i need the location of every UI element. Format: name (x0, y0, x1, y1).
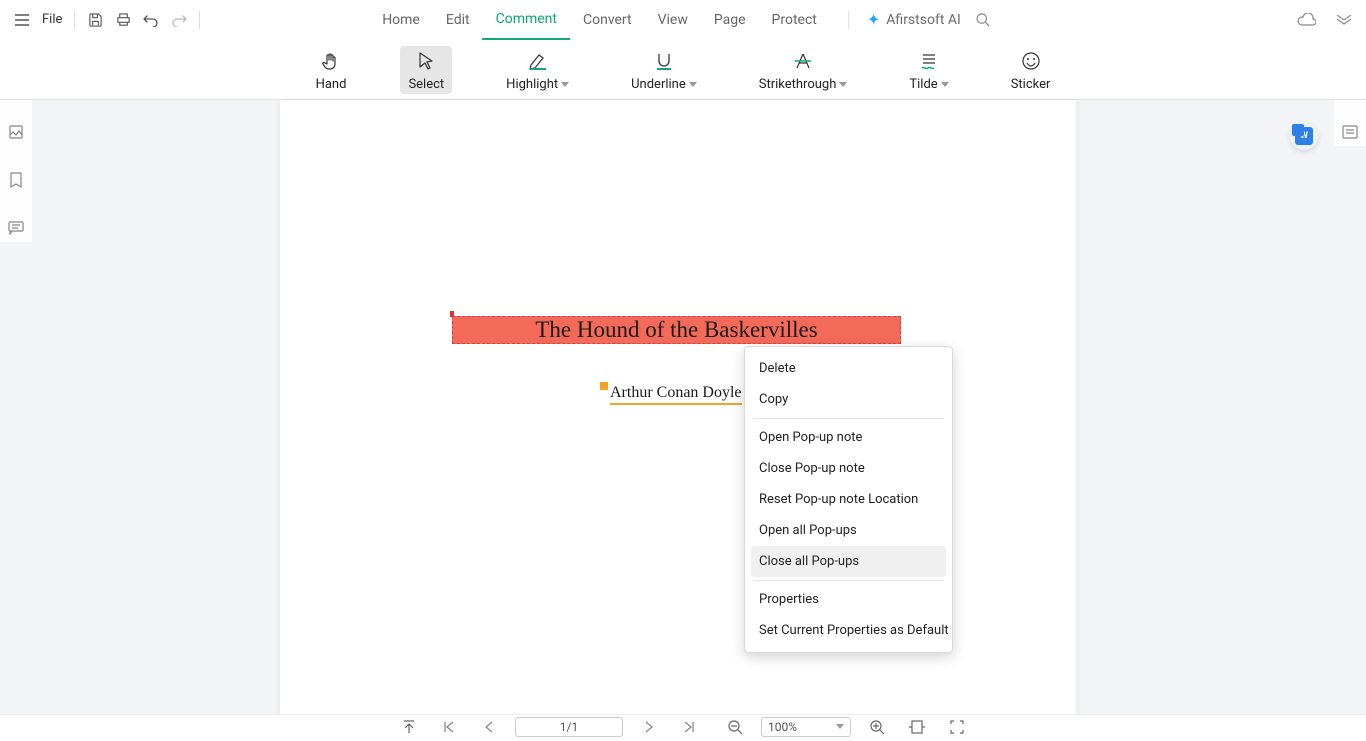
zoom-value: 100% (768, 720, 797, 734)
menu-item-delete[interactable]: Delete (751, 353, 946, 384)
page-nav-group: 1/1 (395, 713, 703, 741)
zoom-out-icon[interactable] (721, 713, 749, 741)
document-page[interactable]: The Hound of the Baskervilles Arthur Con… (280, 100, 1076, 714)
scroll-top-icon[interactable] (395, 713, 423, 741)
bookmark-icon[interactable] (2, 166, 30, 194)
menu-item-close-popup[interactable]: Close Pop-up note (751, 453, 946, 484)
menu-item-set-default[interactable]: Set Current Properties as Default (751, 615, 946, 646)
properties-panel-icon[interactable] (1336, 118, 1364, 146)
chevron-down-icon (836, 724, 844, 729)
print-icon[interactable] (109, 6, 137, 34)
tab-convert[interactable]: Convert (570, 0, 645, 40)
tool-label: Tilde (909, 77, 937, 92)
sticker-icon (1021, 50, 1041, 72)
author-annotation[interactable]: Arthur Conan Doyle (600, 384, 742, 405)
expand-icon[interactable] (1330, 6, 1358, 34)
menu-item-open-all-popups[interactable]: Open all Pop-ups (751, 515, 946, 546)
ai-label: Afirstsoft AI (886, 12, 961, 28)
fit-page-icon[interactable] (943, 713, 971, 741)
word-icon: W (1295, 127, 1313, 145)
tool-label: Hand (316, 77, 347, 92)
highlighted-title-annotation[interactable]: The Hound of the Baskervilles (452, 316, 901, 344)
left-sidebar (0, 100, 32, 242)
zoom-in-icon[interactable] (863, 713, 891, 741)
tilde-icon (919, 50, 939, 72)
document-author: Arthur Conan Doyle (610, 384, 742, 405)
select-tool[interactable]: Select (400, 46, 452, 94)
right-sidebar (1334, 100, 1366, 146)
tab-home[interactable]: Home (369, 0, 433, 40)
tool-label: Highlight (506, 77, 558, 92)
hand-tool[interactable]: Hand (308, 46, 355, 94)
page-number-input[interactable]: 1/1 (515, 717, 623, 737)
chevron-down-icon (689, 82, 697, 87)
cursor-icon (417, 50, 435, 72)
menu-icon[interactable] (8, 6, 36, 34)
redo-icon[interactable] (165, 6, 193, 34)
last-page-icon[interactable] (675, 713, 703, 741)
file-menu[interactable]: File (36, 12, 68, 27)
tilde-tool[interactable]: Tilde (901, 46, 956, 94)
fit-width-icon[interactable] (903, 713, 931, 741)
comments-panel-icon[interactable] (2, 214, 30, 242)
ai-assistant-button[interactable]: ✦ Afirstsoft AI (867, 10, 961, 29)
tab-edit[interactable]: Edit (433, 0, 483, 40)
prev-page-icon[interactable] (475, 713, 503, 741)
context-menu: Delete Copy Open Pop-up note Close Pop-u… (744, 346, 953, 653)
chevron-down-icon (941, 82, 949, 87)
first-page-icon[interactable] (435, 713, 463, 741)
topbar-right (1292, 6, 1358, 34)
menu-separator (753, 580, 944, 581)
zoom-select[interactable]: 100% (761, 717, 851, 737)
menu-item-close-all-popups[interactable]: Close all Pop-ups (751, 546, 946, 577)
annotation-marker-icon (600, 382, 608, 390)
divider (74, 11, 75, 29)
next-page-icon[interactable] (635, 713, 663, 741)
tab-protect[interactable]: Protect (759, 0, 830, 40)
undo-icon[interactable] (137, 6, 165, 34)
sticker-tool[interactable]: Sticker (1003, 46, 1059, 94)
document-title: The Hound of the Baskervilles (535, 317, 817, 343)
highlight-tool[interactable]: Highlight (498, 46, 577, 94)
page-content: The Hound of the Baskervilles Arthur Con… (280, 100, 1076, 714)
divider (199, 11, 200, 29)
annotation-marker-icon (450, 311, 454, 317)
menu-item-properties[interactable]: Properties (751, 584, 946, 615)
strikethrough-icon (793, 50, 813, 72)
topbar-left: File (8, 6, 206, 34)
workspace: The Hound of the Baskervilles Arthur Con… (0, 100, 1366, 714)
status-bar: 1/1 100% (0, 714, 1366, 738)
sparkle-icon: ✦ (867, 10, 880, 29)
menu-item-reset-popup[interactable]: Reset Pop-up note Location (751, 484, 946, 515)
cloud-icon[interactable] (1292, 6, 1320, 34)
tool-label: Sticker (1011, 77, 1051, 92)
tab-comment[interactable]: Comment (483, 0, 570, 40)
menu-item-open-popup[interactable]: Open Pop-up note (751, 422, 946, 453)
save-icon[interactable] (81, 6, 109, 34)
hand-icon (321, 50, 341, 72)
tool-label: Select (408, 77, 444, 92)
chevron-down-icon (561, 82, 569, 87)
underline-icon (654, 50, 674, 72)
menu-item-copy[interactable]: Copy (751, 384, 946, 415)
divider (848, 11, 849, 29)
export-word-button[interactable]: W (1290, 122, 1318, 150)
menu-separator (753, 418, 944, 419)
chevron-down-icon (839, 82, 847, 87)
tab-page[interactable]: Page (701, 0, 759, 40)
thumbnails-icon[interactable] (2, 118, 30, 146)
strikethrough-tool[interactable]: Strikethrough (751, 46, 856, 94)
comment-ribbon: Hand Select Highlight Underline Striketh… (0, 40, 1366, 100)
search-icon[interactable] (969, 6, 997, 34)
underline-tool[interactable]: Underline (623, 46, 705, 94)
highlight-icon (527, 50, 549, 72)
top-bar: File Home Edit Comment Convert View Page… (0, 0, 1366, 40)
tool-label: Underline (631, 77, 686, 92)
tool-label: Strikethrough (759, 77, 837, 92)
zoom-group: 100% (721, 713, 971, 741)
tab-view[interactable]: View (645, 0, 701, 40)
nav-tabs: Home Edit Comment Convert View Page Prot… (369, 0, 997, 39)
